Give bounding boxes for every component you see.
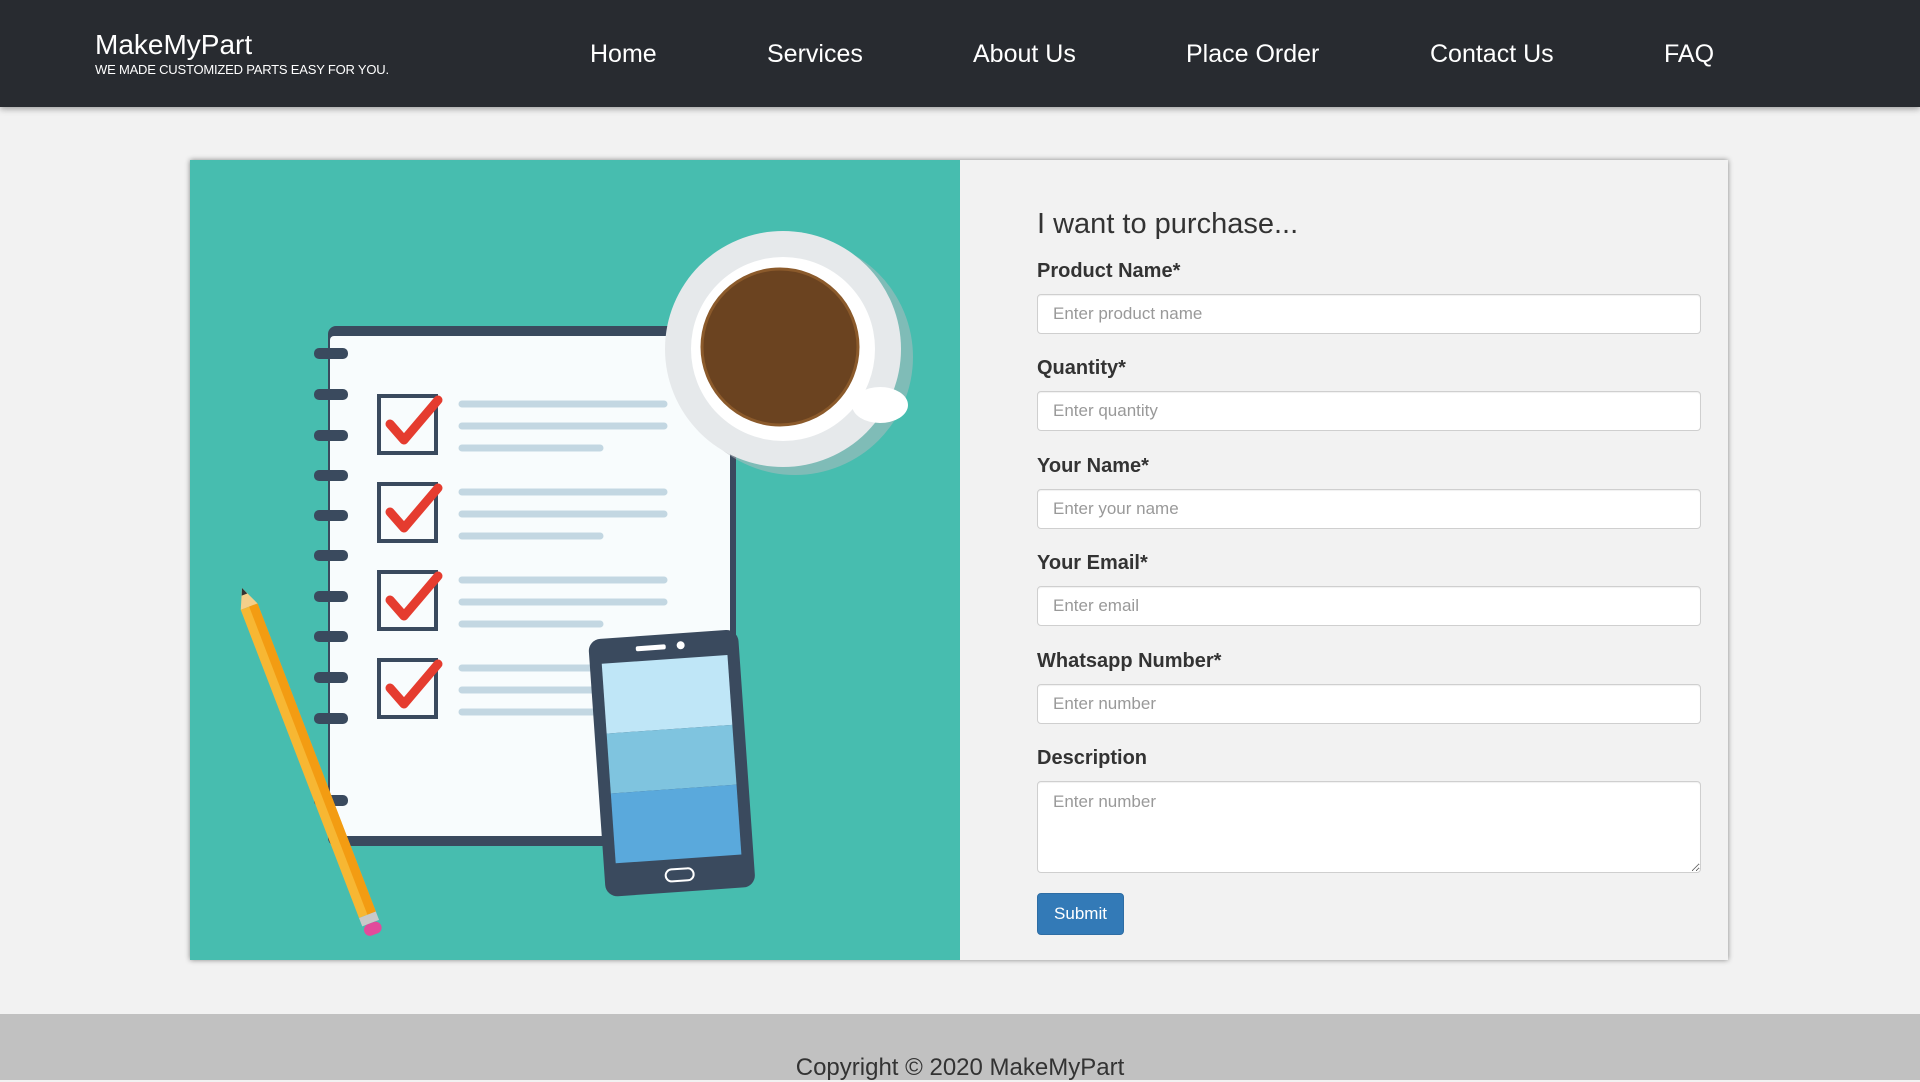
whatsapp-number-label: Whatsapp Number* bbox=[1037, 650, 1222, 672]
nav-contact-us[interactable]: Contact Us bbox=[1430, 38, 1554, 70]
nav-faq[interactable]: FAQ bbox=[1664, 38, 1714, 70]
brand[interactable]: MakeMyPart WE MADE CUSTOMIZED PARTS EASY… bbox=[95, 28, 389, 78]
smartphone-icon bbox=[588, 630, 755, 897]
description-label: Description bbox=[1037, 747, 1148, 769]
description-textarea[interactable] bbox=[1037, 781, 1701, 873]
your-name-label: Your Name* bbox=[1037, 455, 1149, 477]
nav-place-order[interactable]: Place Order bbox=[1186, 38, 1319, 70]
quantity-input[interactable] bbox=[1037, 391, 1701, 431]
order-illustration bbox=[190, 160, 960, 960]
brand-tagline: WE MADE CUSTOMIZED PARTS EASY FOR YOU. bbox=[95, 62, 389, 77]
quantity-label: Quantity* bbox=[1037, 357, 1126, 379]
product-name-input[interactable] bbox=[1037, 294, 1701, 334]
your-email-input[interactable] bbox=[1037, 586, 1701, 626]
order-card: I want to purchase... Product Name* Quan… bbox=[190, 160, 1728, 960]
submit-button[interactable]: Submit bbox=[1037, 893, 1124, 935]
nav-about-us[interactable]: About Us bbox=[973, 38, 1076, 70]
your-name-input[interactable] bbox=[1037, 489, 1701, 529]
your-email-label: Your Email* bbox=[1037, 552, 1148, 574]
purchase-form: I want to purchase... Product Name* Quan… bbox=[1037, 160, 1703, 960]
product-name-label: Product Name* bbox=[1037, 260, 1181, 282]
brand-name[interactable]: MakeMyPart bbox=[95, 28, 389, 62]
nav-services[interactable]: Services bbox=[767, 38, 863, 70]
order-illustration-svg bbox=[240, 231, 913, 936]
top-navbar: MakeMyPart WE MADE CUSTOMIZED PARTS EASY… bbox=[0, 0, 1920, 107]
copyright-text: Copyright © 2020 MakeMyPart bbox=[795, 1054, 1125, 1081]
footer: Copyright © 2020 MakeMyPart bbox=[0, 1014, 1920, 1081]
whatsapp-number-input[interactable] bbox=[1037, 684, 1701, 724]
form-title: I want to purchase... bbox=[1037, 208, 1299, 240]
nav-home[interactable]: Home bbox=[590, 38, 657, 70]
